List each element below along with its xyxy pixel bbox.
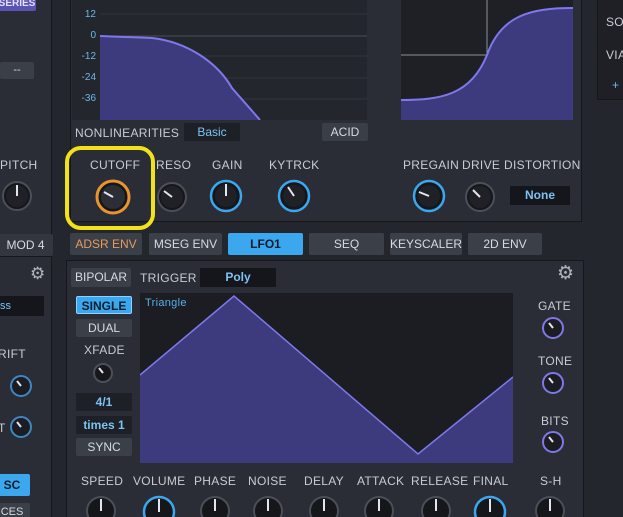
tab-2d-env[interactable]: 2D ENV bbox=[468, 233, 542, 255]
bits-knob[interactable] bbox=[540, 429, 566, 455]
dash-value-field[interactable]: -- bbox=[0, 62, 34, 79]
y-tick-minus12: -12 bbox=[81, 51, 96, 62]
xfade-label: XFADE bbox=[84, 343, 125, 357]
y-tick-12: 12 bbox=[84, 9, 96, 20]
pregain-knob[interactable] bbox=[411, 178, 449, 214]
release-knob[interactable] bbox=[419, 494, 453, 517]
y-tick-0: 0 bbox=[90, 30, 96, 41]
sc-button[interactable]: SC bbox=[0, 474, 30, 496]
pitch-label: PITCH bbox=[0, 158, 38, 172]
filter-response-graph[interactable] bbox=[72, 0, 367, 120]
trigger-label: TRIGGER bbox=[140, 271, 197, 285]
tab-mseg-env[interactable]: MSEG ENV bbox=[149, 233, 222, 255]
tone-label: TONE bbox=[538, 354, 573, 368]
lfo-shape-name: Triangle bbox=[145, 297, 187, 309]
tab-adsr-env[interactable]: ADSR ENV bbox=[70, 233, 142, 255]
pregain-label: PREGAIN bbox=[403, 158, 460, 172]
nonlinearities-dropdown[interactable]: Basic bbox=[184, 123, 240, 141]
ces-button[interactable]: CES bbox=[0, 503, 30, 517]
y-tick-minus24: -24 bbox=[81, 72, 96, 83]
volume-label: VOLUME bbox=[133, 474, 186, 488]
kytrck-label: KYTRCK bbox=[269, 158, 320, 172]
dual-button[interactable]: DUAL bbox=[76, 319, 132, 337]
xfade-knob[interactable] bbox=[91, 361, 115, 385]
tab-lfo1[interactable]: LFO1 bbox=[228, 233, 303, 255]
single-button[interactable]: SINGLE bbox=[76, 296, 132, 314]
acid-button[interactable]: ACID bbox=[322, 123, 368, 141]
series-button[interactable]: SERIES bbox=[0, 0, 36, 11]
y-tick-minus36: -36 bbox=[81, 93, 96, 104]
phase-label: PHASE bbox=[194, 474, 237, 488]
rift-label: RIFT bbox=[0, 347, 26, 361]
gate-knob[interactable] bbox=[540, 315, 566, 341]
drive-label: DRIVE bbox=[462, 158, 501, 172]
distortion-label: DISTORTION bbox=[504, 158, 581, 172]
tab-mod4[interactable]: MOD 4 bbox=[0, 234, 53, 256]
t-knob[interactable] bbox=[8, 414, 34, 440]
ss-field[interactable]: ss bbox=[0, 296, 44, 316]
tone-knob[interactable] bbox=[540, 370, 566, 396]
noise-knob[interactable] bbox=[251, 494, 285, 517]
lfo-shape-editor[interactable] bbox=[140, 293, 513, 463]
volume-knob[interactable] bbox=[141, 494, 177, 517]
bipolar-button[interactable]: BIPOLAR bbox=[71, 268, 131, 287]
phase-knob[interactable] bbox=[198, 494, 232, 517]
speed-label: SPEED bbox=[81, 474, 124, 488]
cutoff-knob[interactable] bbox=[92, 179, 136, 217]
pitch-knob[interactable] bbox=[0, 180, 36, 212]
t-label: T bbox=[0, 421, 6, 435]
gain-label: GAIN bbox=[212, 158, 243, 172]
reso-label: RESO bbox=[156, 158, 192, 172]
noise-label: NOISE bbox=[248, 474, 287, 488]
bits-label: BITS bbox=[541, 414, 569, 428]
nonlinearities-label: NONLINEARITIES bbox=[75, 126, 180, 140]
attack-label: ATTACK bbox=[357, 474, 405, 488]
gear-icon[interactable]: ⚙ bbox=[30, 265, 48, 283]
final-label: FINAL bbox=[473, 474, 509, 488]
via-label: VIA bbox=[606, 48, 623, 62]
gain-knob[interactable] bbox=[208, 178, 246, 214]
speed-knob[interactable] bbox=[84, 494, 118, 517]
rate-field[interactable]: 4/1 bbox=[76, 393, 132, 411]
plus-label[interactable]: + bbox=[612, 78, 619, 92]
kytrck-knob[interactable] bbox=[276, 178, 314, 214]
s-h-knob[interactable] bbox=[533, 494, 567, 517]
release-label: RELEASE bbox=[411, 474, 469, 488]
rift-knob[interactable] bbox=[8, 373, 34, 399]
distortion-curve-graph[interactable] bbox=[401, 0, 573, 120]
sync-button[interactable]: SYNC bbox=[76, 438, 132, 456]
attack-knob[interactable] bbox=[362, 494, 396, 517]
s-h-label: S-H bbox=[540, 474, 562, 488]
so-label: SO bbox=[606, 15, 623, 29]
trigger-dropdown[interactable]: Poly bbox=[200, 268, 276, 287]
tab-seq[interactable]: SEQ bbox=[309, 233, 384, 255]
drive-knob[interactable] bbox=[463, 180, 499, 214]
delay-knob[interactable] bbox=[307, 494, 341, 517]
final-knob[interactable] bbox=[472, 494, 508, 517]
lfo-gear-icon[interactable]: ⚙ bbox=[557, 264, 577, 284]
delay-label: DELAY bbox=[304, 474, 344, 488]
distortion-dropdown[interactable]: None bbox=[510, 186, 570, 205]
times-field[interactable]: times 1 bbox=[76, 416, 132, 434]
tab-keyscaler[interactable]: KEYSCALER bbox=[390, 233, 462, 255]
gate-label: GATE bbox=[538, 299, 571, 313]
reso-knob[interactable] bbox=[155, 180, 191, 214]
